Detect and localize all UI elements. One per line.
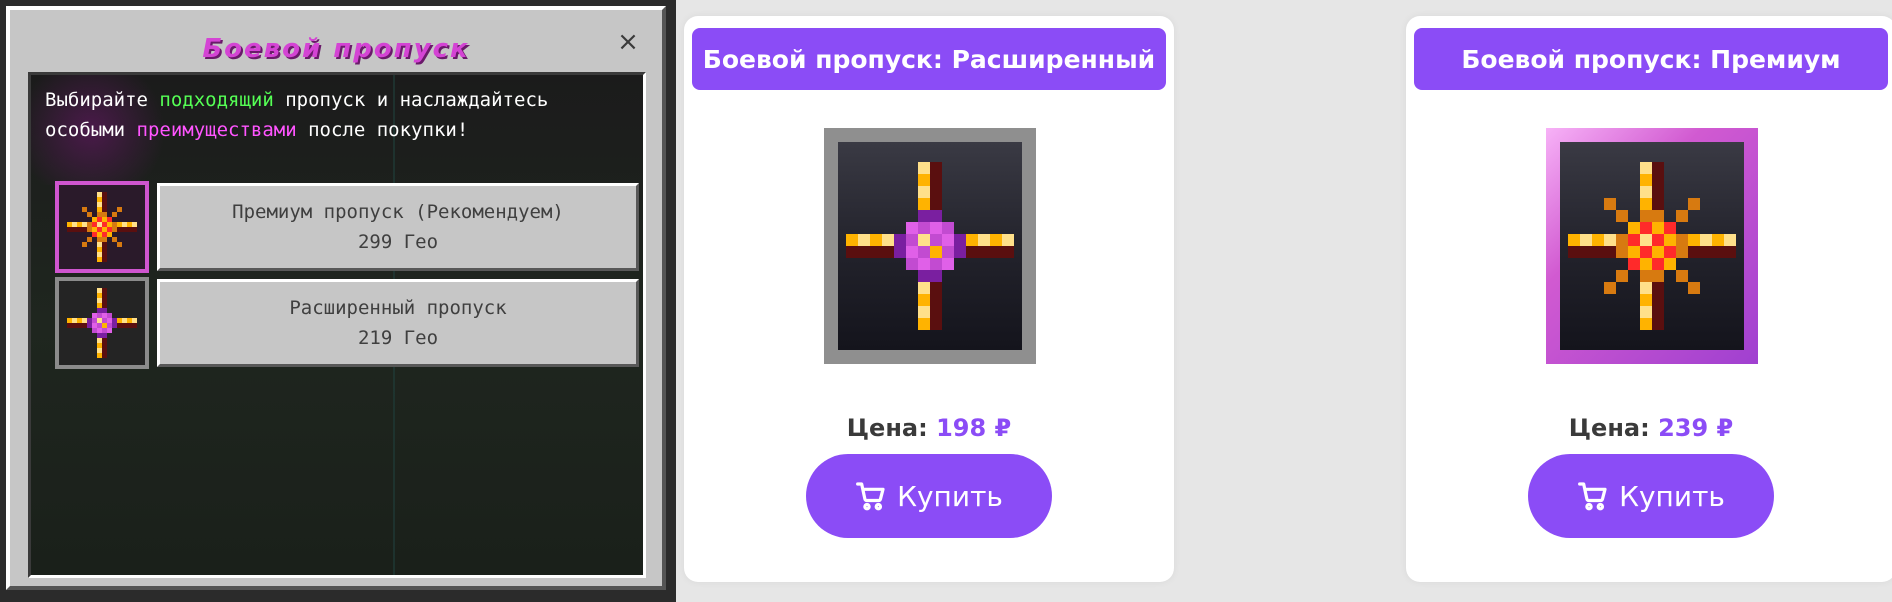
premium-star-icon	[1560, 142, 1744, 350]
product-title: Боевой пропуск: Расширенный	[692, 28, 1166, 90]
price-label: Цена:	[1568, 414, 1650, 442]
buy-button[interactable]: Купить	[1528, 454, 1774, 538]
intro-text-part: Выбирайте	[45, 89, 160, 111]
premium-pass-button[interactable]: Премиум пропуск (Рекомендуем) 299 Гео	[157, 183, 639, 271]
buy-button-label: Купить	[897, 479, 1003, 513]
intro-text-part: пропуск и наслаждайтесь	[273, 89, 549, 111]
buy-button[interactable]: Купить	[806, 454, 1052, 538]
product-price: Цена: 239 ₽	[1406, 414, 1892, 442]
intro-text-part: после покупки!	[296, 119, 469, 141]
intro-text: Выбирайте подходящий пропуск и наслаждай…	[45, 85, 635, 145]
extended-pass-name: Расширенный пропуск	[289, 297, 507, 319]
cart-icon	[855, 480, 887, 512]
intro-highlight-benefits: преимуществами	[136, 119, 297, 141]
battle-pass-game-dialog: Боевой пропуск × Выбирайте подходящий пр…	[0, 0, 676, 602]
extended-star-icon	[838, 142, 1022, 350]
close-icon[interactable]: ×	[614, 28, 642, 56]
premium-pass-name: Премиум пропуск (Рекомендуем)	[232, 201, 564, 223]
intro-highlight-suitable: подходящий	[159, 89, 274, 111]
extended-pass-price: 219 Гео	[357, 327, 439, 349]
dialog-title: Боевой пропуск	[202, 34, 470, 64]
extended-star-icon	[55, 277, 149, 369]
product-card-premium: Боевой пропуск: Премиум Цена: 239 ₽ Купи…	[1406, 16, 1892, 582]
pass-option-premium: Премиум пропуск (Рекомендуем) 299 Гео	[55, 181, 643, 273]
product-card-extended: Боевой пропуск: Расширенный Цена: 198 ₽ …	[684, 16, 1174, 582]
cart-icon	[1577, 480, 1609, 512]
premium-pass-price: 299 Гео	[357, 231, 439, 253]
product-image-frame	[1546, 128, 1758, 364]
product-image-frame	[824, 128, 1036, 364]
price-value: 239 ₽	[1658, 414, 1734, 442]
premium-star-icon	[55, 181, 149, 273]
dialog-content-panel: Выбирайте подходящий пропуск и наслаждай…	[28, 72, 646, 578]
product-title: Боевой пропуск: Премиум	[1414, 28, 1888, 90]
buy-button-label: Купить	[1619, 479, 1725, 513]
intro-text-part: особыми	[45, 119, 137, 141]
price-value: 198 ₽	[936, 414, 1012, 442]
pass-option-extended: Расширенный пропуск 219 Гео	[55, 277, 643, 369]
product-price: Цена: 198 ₽	[684, 414, 1174, 442]
price-label: Цена:	[846, 414, 928, 442]
dialog-frame: Боевой пропуск × Выбирайте подходящий пр…	[6, 6, 666, 590]
extended-pass-button[interactable]: Расширенный пропуск 219 Гео	[157, 279, 639, 367]
